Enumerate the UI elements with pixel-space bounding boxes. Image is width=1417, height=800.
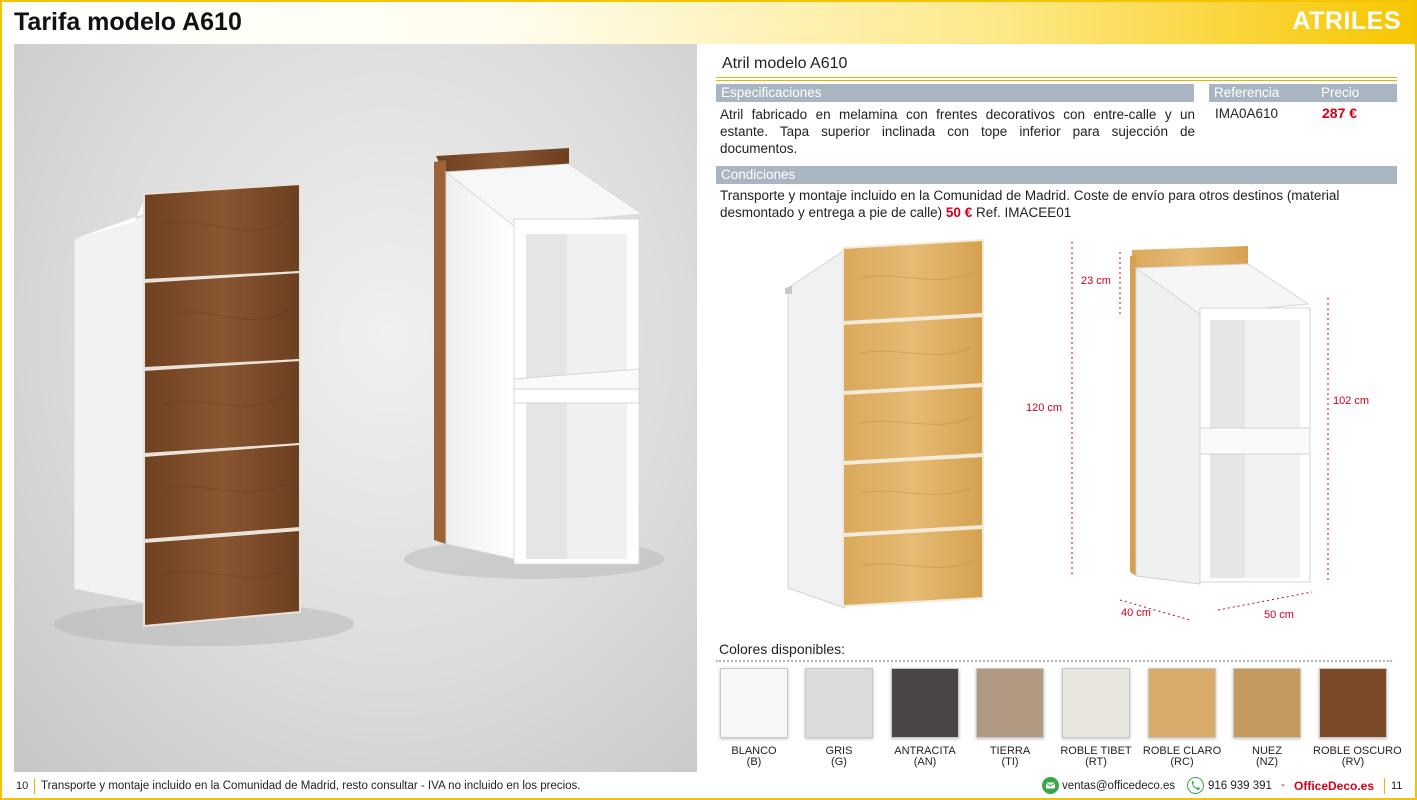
brand-link[interactable]: OfficeDeco.es [1294, 779, 1374, 793]
page-footer: 10 Transporte y montaje incluido en la C… [0, 775, 1417, 800]
shipping-reference: Ref. IMACEE01 [975, 205, 1072, 220]
color-code: (RC) [1170, 756, 1194, 768]
color-swatch [805, 668, 873, 738]
conditions-text: Transporte y montaje incluido en la Comu… [720, 187, 1395, 221]
footer-divider [1384, 778, 1385, 794]
model-title-rule [716, 77, 1397, 81]
specs-bar: Especificaciones [716, 84, 1194, 102]
color-code: (AN) [913, 756, 937, 768]
section-title: ATRILES [1292, 7, 1401, 35]
conditions-bar: Condiciones [716, 166, 1397, 184]
color-option: BLANCO (B) [714, 668, 794, 768]
color-code: (NZ) [1256, 756, 1278, 768]
phone-icon [1187, 777, 1204, 794]
color-swatch [1062, 668, 1130, 738]
footer-divider [34, 778, 35, 794]
reference-code: IMA0A610 [1215, 106, 1279, 121]
color-option: ROBLE CLARO (RC) [1142, 668, 1222, 768]
dimension-width: 50 cm [1264, 609, 1294, 621]
page-number-right: 11 [1391, 780, 1403, 792]
color-option: ROBLE OSCURO (RV) [1313, 668, 1402, 768]
product-price: 287 € [1322, 105, 1358, 121]
page-header: Tarifa modelo A610 ATRILES [0, 0, 1417, 44]
dimension-top: 23 cm [1081, 275, 1111, 287]
shipping-price: 50 € [945, 205, 973, 220]
color-code: (TI) [1001, 756, 1019, 768]
email-icon [1042, 777, 1059, 794]
color-swatch [976, 668, 1044, 738]
color-code: (RV) [1341, 756, 1365, 768]
color-option: GRIS (G) [799, 668, 879, 768]
reference-label: Referencia [1214, 85, 1280, 100]
dimension-inner-height: 102 cm [1333, 395, 1370, 407]
dimension-depth: 40 cm [1121, 607, 1151, 619]
color-code: (RT) [1085, 756, 1107, 768]
color-option: NUEZ (NZ) [1227, 668, 1307, 768]
color-option: TIERRA (TI) [970, 668, 1050, 768]
phone-link[interactable]: 916 939 391 [1208, 780, 1272, 792]
color-swatch [1233, 668, 1301, 738]
price-label: Precio [1321, 85, 1360, 100]
color-swatch [891, 668, 959, 738]
lectern-diagram-illustration [785, 238, 1329, 621]
conditions-label: Condiciones [721, 167, 796, 182]
footer-dash: - [1281, 779, 1285, 791]
color-swatch [1148, 668, 1216, 738]
color-code: (B) [746, 756, 762, 768]
product-photo [14, 44, 697, 772]
ref-price-bar: Referencia Precio [1209, 84, 1397, 102]
colors-rule [716, 660, 1392, 662]
lectern-photo-illustration [54, 148, 664, 646]
specs-description: Atril fabricado en melamina con frentes … [720, 107, 1195, 156]
page-number-left: 10 [16, 780, 29, 792]
email-link[interactable]: ventas@officedeco.es [1062, 780, 1175, 792]
color-option: ROBLE TIBET (RT) [1056, 668, 1136, 768]
model-title: Atril modelo A610 [722, 55, 848, 72]
color-swatch [1319, 668, 1387, 738]
footer-note: Transporte y montaje incluido en la Comu… [41, 780, 581, 792]
specs-label: Especificaciones [721, 85, 822, 100]
colors-title: Colores disponibles: [719, 641, 846, 657]
dimension-total-height: 120 cm [1026, 402, 1063, 414]
dimension-diagram: 23 cm 120 cm 102 cm 40 cm 50 cm [700, 228, 1415, 628]
color-swatch [720, 668, 788, 738]
color-code: (G) [831, 756, 847, 768]
color-option: ANTRACITA (AN) [885, 668, 965, 768]
page-title: Tarifa modelo A610 [14, 8, 242, 36]
